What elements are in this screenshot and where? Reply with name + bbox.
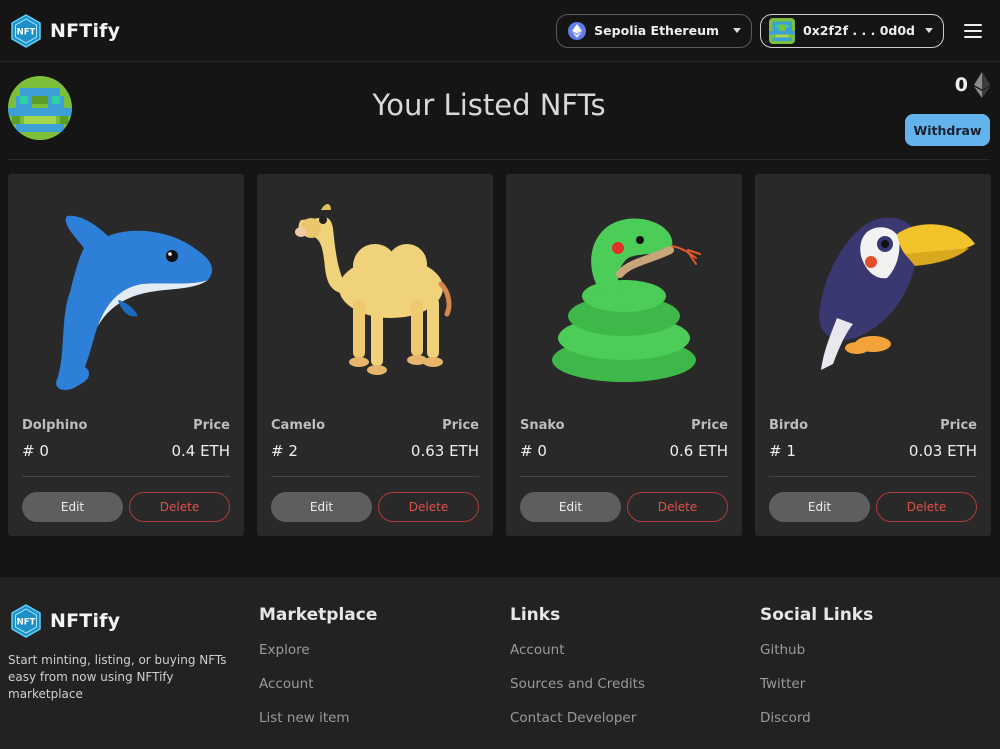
card-divider <box>271 476 479 477</box>
dolphin-image <box>56 215 213 390</box>
nft-logo-icon: NFT <box>11 13 41 48</box>
svg-text:NFT: NFT <box>17 618 36 628</box>
footer-column-title: Social Links <box>760 605 874 625</box>
account-address: 0x2f2f . . . 0d0d <box>803 23 915 38</box>
footer-column-marketplace: Marketplace Explore Account List new ite… <box>259 605 377 743</box>
footer-link-discord[interactable]: Discord <box>760 709 873 743</box>
footer-link-sources-credits[interactable]: Sources and Credits <box>510 675 645 709</box>
balance-display: 0 <box>955 72 990 98</box>
toucan-image <box>819 217 975 370</box>
nft-card-grid: Dolphino Price # 0 0.4 ETH Edit Delete C… <box>8 174 991 536</box>
chevron-down-icon <box>925 28 933 33</box>
footer-column-links: Links Account Sources and Credits Contac… <box>510 605 645 743</box>
footer-column-title: Marketplace <box>259 605 378 625</box>
nft-logo-icon: NFT <box>11 604 41 638</box>
price-label: Price <box>940 418 977 433</box>
nft-card[interactable]: Birdo Price # 1 0.03 ETH Edit Delete <box>755 174 991 536</box>
network-selector[interactable]: Sepolia Ethereum <box>556 13 753 48</box>
svg-text:NFT: NFT <box>17 27 36 37</box>
edit-button[interactable]: Edit <box>271 492 372 522</box>
network-label: Sepolia Ethereum <box>594 23 720 38</box>
price-label: Price <box>442 418 479 433</box>
nft-card[interactable]: Dolphino Price # 0 0.4 ETH Edit Delete <box>8 174 244 536</box>
withdraw-button[interactable]: Withdraw <box>905 114 990 146</box>
ethereum-icon <box>974 72 990 98</box>
delete-button[interactable]: Delete <box>876 492 977 522</box>
balance-value: 0 <box>954 74 968 96</box>
footer-brand-name: NFTify <box>50 610 121 632</box>
footer-link-twitter[interactable]: Twitter <box>760 675 873 709</box>
navbar: NFT NFTify Sepolia Ethereum 0x2f2f . . .… <box>0 0 1000 62</box>
nft-card[interactable]: Snako Price # 0 0.6 ETH Edit Delete <box>506 174 742 536</box>
edit-button[interactable]: Edit <box>22 492 123 522</box>
delete-button[interactable]: Delete <box>129 492 230 522</box>
footer-brand[interactable]: NFT NFTify <box>10 604 120 638</box>
nft-price: 0.4 ETH <box>171 442 230 460</box>
snake-image <box>552 218 701 382</box>
chevron-down-icon <box>733 28 742 33</box>
footer-link-contact-developer[interactable]: Contact Developer <box>510 709 645 743</box>
nft-name: Birdo <box>769 418 809 433</box>
footer-link-account[interactable]: Account <box>510 641 645 675</box>
account-avatar <box>769 17 796 44</box>
brand-link[interactable]: NFT NFTify <box>10 13 121 48</box>
card-divider <box>22 476 230 477</box>
camel-image <box>295 204 452 375</box>
header-divider <box>8 159 990 160</box>
footer-link-github[interactable]: Github <box>760 641 873 675</box>
delete-button[interactable]: Delete <box>378 492 479 522</box>
edit-button[interactable]: Edit <box>769 492 870 522</box>
card-divider <box>520 476 728 477</box>
ethereum-icon <box>568 21 587 40</box>
nft-card[interactable]: Camelo Price # 2 0.63 ETH Edit Delete <box>257 174 493 536</box>
footer-description: Start minting, listing, or buying NFTs e… <box>8 653 227 701</box>
nft-price: 0.03 ETH <box>908 442 977 460</box>
footer-link-account[interactable]: Account <box>259 675 377 709</box>
nft-token-id: # 0 <box>22 442 49 460</box>
menu-icon[interactable] <box>964 23 982 38</box>
nft-name: Snako <box>520 418 565 433</box>
nft-name: Camelo <box>271 418 326 433</box>
page-title: Your Listed NFTs <box>372 88 606 122</box>
account-button[interactable]: 0x2f2f . . . 0d0d <box>760 13 944 48</box>
nft-token-id: # 2 <box>271 442 298 460</box>
footer-column-title: Links <box>510 605 561 625</box>
delete-button[interactable]: Delete <box>627 492 728 522</box>
nft-price: 0.63 ETH <box>410 442 479 460</box>
price-label: Price <box>193 418 230 433</box>
footer-column-social: Social Links Github Twitter Discord <box>760 605 873 743</box>
footer-link-list-new-item[interactable]: List new item <box>259 709 377 743</box>
nft-price: 0.6 ETH <box>669 442 728 460</box>
footer: NFT NFTify Start minting, listing, or bu… <box>0 577 1000 749</box>
nft-token-id: # 0 <box>520 442 547 460</box>
price-label: Price <box>691 418 728 433</box>
edit-button[interactable]: Edit <box>520 492 621 522</box>
brand-name: NFTify <box>50 19 121 42</box>
footer-link-explore[interactable]: Explore <box>259 641 377 675</box>
nft-name: Dolphino <box>22 418 88 433</box>
card-divider <box>769 476 977 477</box>
nft-token-id: # 1 <box>769 442 796 460</box>
